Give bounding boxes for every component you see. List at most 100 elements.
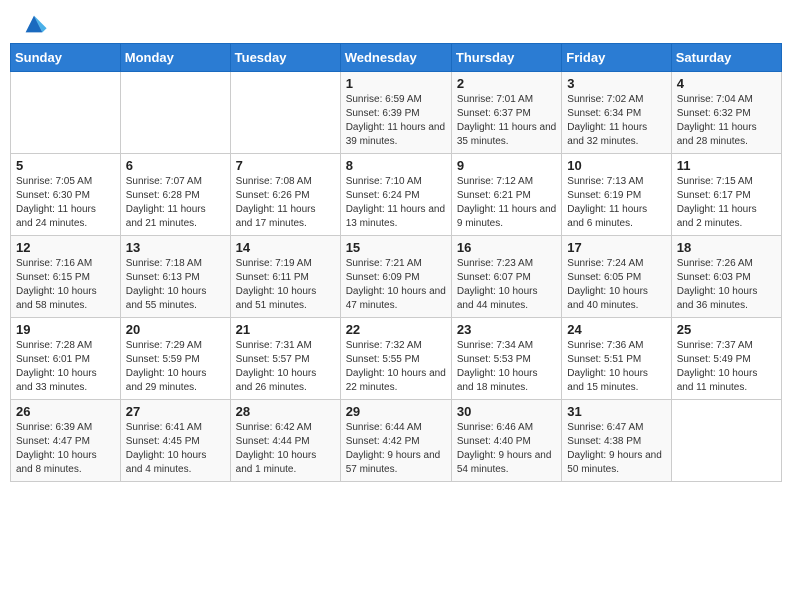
calendar-day-cell: 31Sunrise: 6:47 AM Sunset: 4:38 PM Dayli… [562,400,671,482]
day-number: 11 [677,158,776,173]
day-info: Sunrise: 6:41 AM Sunset: 4:45 PM Dayligh… [126,421,225,477]
calendar-day-cell: 19 Sunrise: 7:28 AM Sunset: 6:01 PM Dayli… [11,318,121,400]
calendar-day-cell: 17 Sunrise: 7:24 AM Sunset: 6:05 PM Dayli… [562,236,671,318]
day-info: Sunrise: 6:59 AM Sunset: 6:39 PM Dayligh… [346,93,446,149]
day-info: Sunrise: 7:29 AM Sunset: 5:59 PM Dayligh… [126,339,225,395]
calendar-day-cell: 30 Sunrise: 6:46 AM Sunset: 4:40 PM Dayli… [451,400,561,482]
calendar-day-cell: 3 Sunrise: 7:02 AM Sunset: 6:34 PM Daylig… [562,72,671,154]
day-number: 28 [236,404,335,419]
day-number: 3 [567,76,665,91]
day-info: Sunrise: 7:28 AM Sunset: 6:01 PM Dayligh… [16,339,115,395]
day-info: Sunrise: 7:02 AM Sunset: 6:34 PM Dayligh… [567,93,665,149]
day-info: Sunrise: 6:39 AM Sunset: 4:47 PM Dayligh… [16,421,115,477]
calendar-day-cell: 25 Sunrise: 7:37 AM Sunset: 5:49 PM Dayli… [671,318,781,400]
day-number: 20 [126,322,225,337]
calendar-day-cell: 12 Sunrise: 7:16 AM Sunset: 6:15 PM Dayli… [11,236,121,318]
calendar-day-cell: 5 Sunrise: 7:05 AM Sunset: 6:30 PM Daylig… [11,154,121,236]
calendar-week-row: 12 Sunrise: 7:16 AM Sunset: 6:15 PM Dayli… [11,236,782,318]
day-number: 30 [457,404,556,419]
day-info: Sunrise: 7:04 AM Sunset: 6:32 PM Dayligh… [677,93,776,149]
day-number: 21 [236,322,335,337]
calendar-week-row: 26 Sunrise: 6:39 AM Sunset: 4:47 PM Dayli… [11,400,782,482]
day-number: 10 [567,158,665,173]
day-info: Sunrise: 7:12 AM Sunset: 6:21 PM Dayligh… [457,175,556,231]
calendar-day-cell: 29Sunrise: 6:44 AM Sunset: 4:42 PM Dayli… [340,400,451,482]
calendar-body: 1 Sunrise: 6:59 AM Sunset: 6:39 PM Daylig… [11,72,782,482]
calendar-day-cell: 8 Sunrise: 7:10 AM Sunset: 6:24 PM Daylig… [340,154,451,236]
day-number: 22 [346,322,446,337]
days-of-week-row: SundayMondayTuesdayWednesdayThursdayFrid… [11,44,782,72]
day-info: Sunrise: 6:46 AM Sunset: 4:40 PM Dayligh… [457,421,556,477]
calendar-day-cell: 28 Sunrise: 6:42 AM Sunset: 4:44 PM Dayli… [230,400,340,482]
calendar-week-row: 1 Sunrise: 6:59 AM Sunset: 6:39 PM Daylig… [11,72,782,154]
day-of-week-header: Friday [562,44,671,72]
day-number: 23 [457,322,556,337]
day-number: 25 [677,322,776,337]
calendar-day-cell: 6Sunrise: 7:07 AM Sunset: 6:28 PM Daylig… [120,154,230,236]
calendar-table: SundayMondayTuesdayWednesdayThursdayFrid… [10,43,782,482]
calendar-wrapper: SundayMondayTuesdayWednesdayThursdayFrid… [0,43,792,492]
day-info: Sunrise: 7:34 AM Sunset: 5:53 PM Dayligh… [457,339,556,395]
day-of-week-header: Tuesday [230,44,340,72]
day-number: 12 [16,240,115,255]
calendar-day-cell: 24Sunrise: 7:36 AM Sunset: 5:51 PM Dayli… [562,318,671,400]
day-number: 14 [236,240,335,255]
day-number: 1 [346,76,446,91]
calendar-day-cell: 23 Sunrise: 7:34 AM Sunset: 5:53 PM Dayli… [451,318,561,400]
day-of-week-header: Monday [120,44,230,72]
day-number: 2 [457,76,556,91]
day-info: Sunrise: 7:31 AM Sunset: 5:57 PM Dayligh… [236,339,335,395]
day-info: Sunrise: 7:23 AM Sunset: 6:07 PM Dayligh… [457,257,556,313]
day-number: 7 [236,158,335,173]
day-number: 9 [457,158,556,173]
day-info: Sunrise: 7:24 AM Sunset: 6:05 PM Dayligh… [567,257,665,313]
logo [20,10,52,38]
day-info: Sunrise: 7:18 AM Sunset: 6:13 PM Dayligh… [126,257,225,313]
calendar-day-cell: 26 Sunrise: 6:39 AM Sunset: 4:47 PM Dayli… [11,400,121,482]
day-info: Sunrise: 7:08 AM Sunset: 6:26 PM Dayligh… [236,175,335,231]
day-info: Sunrise: 7:21 AM Sunset: 6:09 PM Dayligh… [346,257,446,313]
calendar-day-cell: 15 Sunrise: 7:21 AM Sunset: 6:09 PM Dayli… [340,236,451,318]
calendar-day-cell [671,400,781,482]
calendar-day-cell: 27 Sunrise: 6:41 AM Sunset: 4:45 PM Dayli… [120,400,230,482]
calendar-day-cell: 21 Sunrise: 7:31 AM Sunset: 5:57 PM Dayli… [230,318,340,400]
day-number: 4 [677,76,776,91]
day-info: Sunrise: 7:37 AM Sunset: 5:49 PM Dayligh… [677,339,776,395]
calendar-day-cell: 10 Sunrise: 7:13 AM Sunset: 6:19 PM Dayli… [562,154,671,236]
day-number: 5 [16,158,115,173]
day-number: 8 [346,158,446,173]
calendar-day-cell: 20 Sunrise: 7:29 AM Sunset: 5:59 PM Dayli… [120,318,230,400]
calendar-day-cell: 11 Sunrise: 7:15 AM Sunset: 6:17 PM Dayli… [671,154,781,236]
calendar-day-cell: 22Sunrise: 7:32 AM Sunset: 5:55 PM Dayli… [340,318,451,400]
day-info: Sunrise: 7:10 AM Sunset: 6:24 PM Dayligh… [346,175,446,231]
calendar-day-cell: 7 Sunrise: 7:08 AM Sunset: 6:26 PM Daylig… [230,154,340,236]
logo-icon [20,10,48,38]
day-number: 27 [126,404,225,419]
calendar-day-cell: 1 Sunrise: 6:59 AM Sunset: 6:39 PM Daylig… [340,72,451,154]
day-number: 26 [16,404,115,419]
day-info: Sunrise: 7:13 AM Sunset: 6:19 PM Dayligh… [567,175,665,231]
calendar-day-cell: 13 Sunrise: 7:18 AM Sunset: 6:13 PM Dayli… [120,236,230,318]
page-header [0,0,792,43]
day-info: Sunrise: 6:44 AM Sunset: 4:42 PM Dayligh… [346,421,446,477]
day-of-week-header: Wednesday [340,44,451,72]
day-number: 18 [677,240,776,255]
day-number: 15 [346,240,446,255]
day-info: Sunrise: 7:16 AM Sunset: 6:15 PM Dayligh… [16,257,115,313]
calendar-day-cell: 9 Sunrise: 7:12 AM Sunset: 6:21 PM Daylig… [451,154,561,236]
day-info: Sunrise: 7:05 AM Sunset: 6:30 PM Dayligh… [16,175,115,231]
day-number: 17 [567,240,665,255]
calendar-day-cell: 4 Sunrise: 7:04 AM Sunset: 6:32 PM Daylig… [671,72,781,154]
day-number: 19 [16,322,115,337]
calendar-header: SundayMondayTuesdayWednesdayThursdayFrid… [11,44,782,72]
calendar-day-cell [120,72,230,154]
day-number: 13 [126,240,225,255]
day-info: Sunrise: 7:15 AM Sunset: 6:17 PM Dayligh… [677,175,776,231]
day-number: 6 [126,158,225,173]
day-of-week-header: Thursday [451,44,561,72]
day-info: Sunrise: 7:36 AM Sunset: 5:51 PM Dayligh… [567,339,665,395]
day-number: 31 [567,404,665,419]
calendar-day-cell: 2Sunrise: 7:01 AM Sunset: 6:37 PM Daylig… [451,72,561,154]
day-info: Sunrise: 6:42 AM Sunset: 4:44 PM Dayligh… [236,421,335,477]
calendar-week-row: 19 Sunrise: 7:28 AM Sunset: 6:01 PM Dayli… [11,318,782,400]
